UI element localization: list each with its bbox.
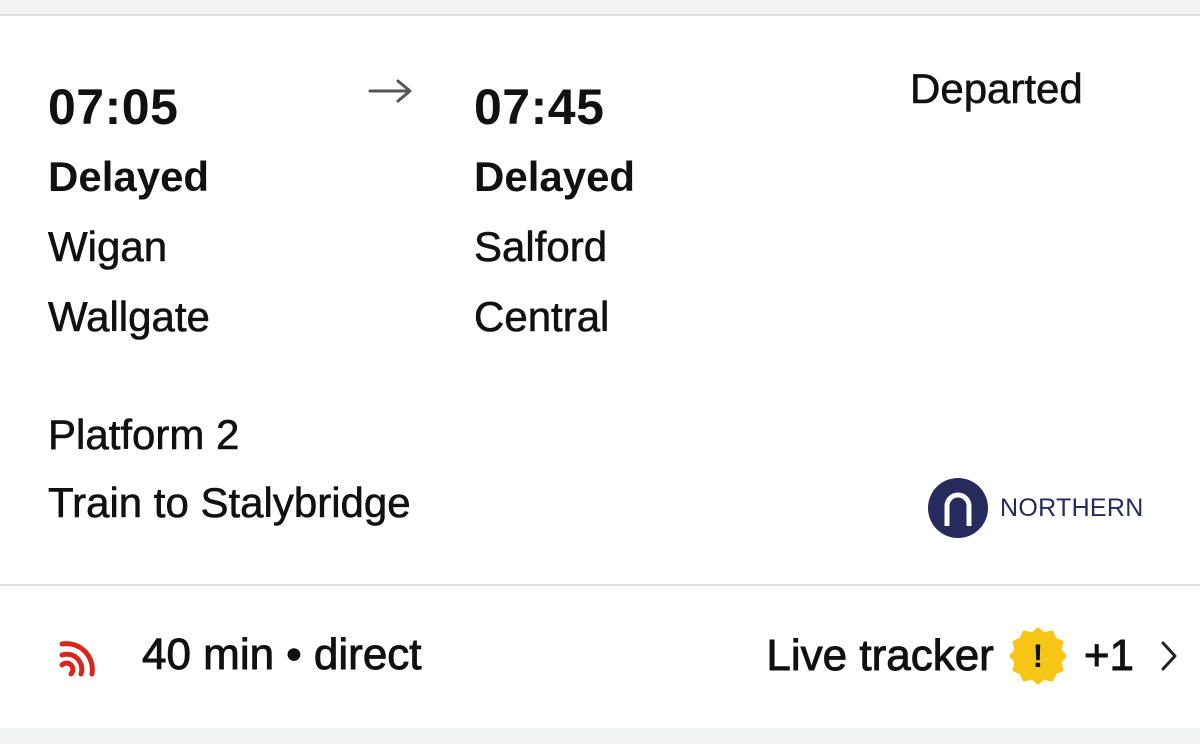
arrival-station-line2: Central: [474, 293, 610, 340]
live-tracker-link[interactable]: Live tracker ! +1: [766, 626, 1180, 686]
journey-card[interactable]: 07:05 07:45 Departed Delayed Delayed Wig…: [0, 14, 1200, 728]
departure-station-line1: Wigan: [48, 223, 168, 270]
chevron-right-icon: [1161, 641, 1177, 671]
departure-station-line2: Wallgate: [48, 293, 210, 340]
service-destination: Train to Stalybridge: [48, 479, 411, 526]
departure-status: Delayed: [48, 153, 210, 200]
right-arrow-icon: [368, 79, 412, 103]
operator-logo: NORTHERN: [928, 477, 1144, 539]
warning-badge-icon: !: [1009, 627, 1067, 685]
journey-summary: 40 min • direct: [52, 630, 422, 680]
arrival-time: 07:45: [474, 79, 605, 135]
live-tracker-label: Live tracker: [766, 631, 994, 681]
duration-summary: 40 min • direct: [142, 630, 422, 680]
departure-time: 07:05: [48, 79, 179, 135]
train-status: Departed: [910, 65, 1083, 112]
arrival-status: Delayed: [474, 153, 636, 200]
arrival-station-line1: Salford: [474, 223, 608, 270]
alert-symbol: !: [1033, 638, 1044, 674]
northern-logo-icon: [928, 478, 988, 538]
divider: [0, 584, 1200, 586]
alert-count: +1: [1083, 631, 1134, 681]
live-signal-icon: [59, 641, 95, 677]
platform-label: Platform 2: [48, 411, 240, 458]
operator-name: NORTHERN: [1000, 493, 1144, 522]
